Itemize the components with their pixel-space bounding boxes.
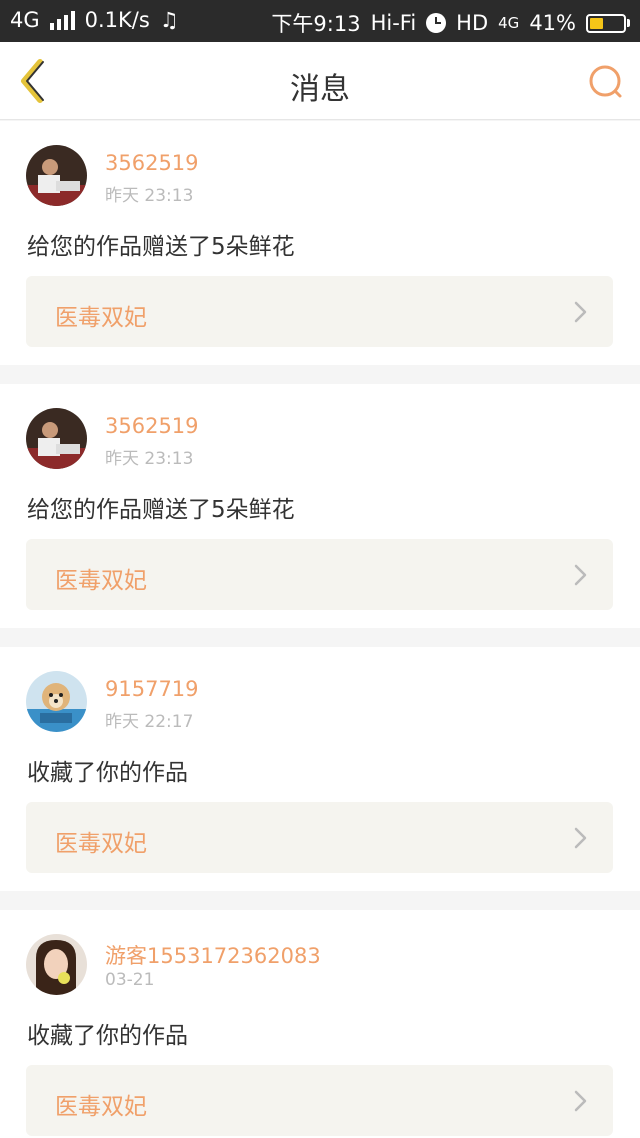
alarm-icon: [426, 13, 447, 33]
message-card: 游客1553172362083 03-21 收藏了你的作品 医毒双妃: [0, 910, 640, 1138]
message-text: 收藏了你的作品: [27, 1023, 188, 1049]
battery-percent: 41%: [529, 11, 576, 35]
network-speed: 0.1K/s: [84, 8, 150, 32]
signal-icon: [49, 10, 75, 30]
chevron-right-icon: [574, 564, 587, 586]
message-text: 给您的作品赠送了5朵鲜花: [27, 234, 295, 260]
search-button[interactable]: [586, 62, 626, 102]
search-icon: [589, 65, 622, 98]
message-list: 3562519 昨天 23:13 给您的作品赠送了5朵鲜花 医毒双妃 35625…: [0, 121, 640, 1138]
battery-fill: [590, 17, 604, 29]
girl-avatar-icon: [26, 934, 87, 995]
dog-avatar-icon: [26, 671, 87, 732]
avatar[interactable]: [26, 145, 87, 206]
work-link[interactable]: 医毒双妃: [26, 276, 613, 347]
message-card: 3562519 昨天 23:13 给您的作品赠送了5朵鲜花 医毒双妃: [0, 121, 640, 365]
status-left: 4G 0.1K/s ♫: [10, 8, 179, 32]
avatar[interactable]: [26, 408, 87, 469]
message-card: 3562519 昨天 23:13 给您的作品赠送了5朵鲜花 医毒双妃: [0, 384, 640, 628]
message-time: 03-21: [105, 970, 155, 990]
user-avatar-icon: [26, 408, 87, 469]
user-avatar-icon: [26, 145, 87, 206]
chevron-right-icon: [574, 827, 587, 849]
wifi-label: Hi-Fi: [370, 11, 417, 35]
work-link[interactable]: 医毒双妃: [26, 1065, 613, 1136]
page-title: 消息: [290, 72, 350, 107]
work-title: 医毒双妃: [55, 305, 147, 331]
message-time: 昨天 23:13: [105, 186, 194, 206]
avatar[interactable]: [26, 934, 87, 995]
work-title: 医毒双妃: [55, 1094, 147, 1120]
message-text: 给您的作品赠送了5朵鲜花: [27, 497, 295, 523]
avatar[interactable]: [26, 671, 87, 732]
message-time: 昨天 22:17: [105, 712, 194, 732]
header: 消息: [0, 42, 640, 120]
network-type: 4G: [10, 8, 40, 32]
battery-icon: [586, 13, 630, 33]
username[interactable]: 游客1553172362083: [105, 940, 321, 970]
message-card: 9157719 昨天 22:17 收藏了你的作品 医毒双妃: [0, 647, 640, 891]
username[interactable]: 9157719: [105, 677, 199, 701]
work-link[interactable]: 医毒双妃: [26, 802, 613, 873]
network-type-2: 4G: [498, 14, 520, 32]
username[interactable]: 3562519: [105, 151, 199, 175]
work-title: 医毒双妃: [55, 568, 147, 594]
music-icon: ♫: [159, 8, 179, 32]
status-time: 下午9:13: [271, 12, 361, 36]
status-bar: 4G 0.1K/s ♫ 下午9:13 Hi-Fi HD 4G 41%: [0, 0, 640, 42]
work-link[interactable]: 医毒双妃: [26, 539, 613, 610]
message-text: 收藏了你的作品: [27, 760, 188, 786]
hd-label: HD: [456, 11, 489, 35]
chevron-right-icon: [574, 301, 587, 323]
status-right: 下午9:13 Hi-Fi HD 4G 41%: [271, 8, 630, 38]
username[interactable]: 3562519: [105, 414, 199, 438]
message-time: 昨天 23:13: [105, 449, 194, 469]
chevron-right-icon: [574, 1090, 587, 1112]
work-title: 医毒双妃: [55, 831, 147, 857]
